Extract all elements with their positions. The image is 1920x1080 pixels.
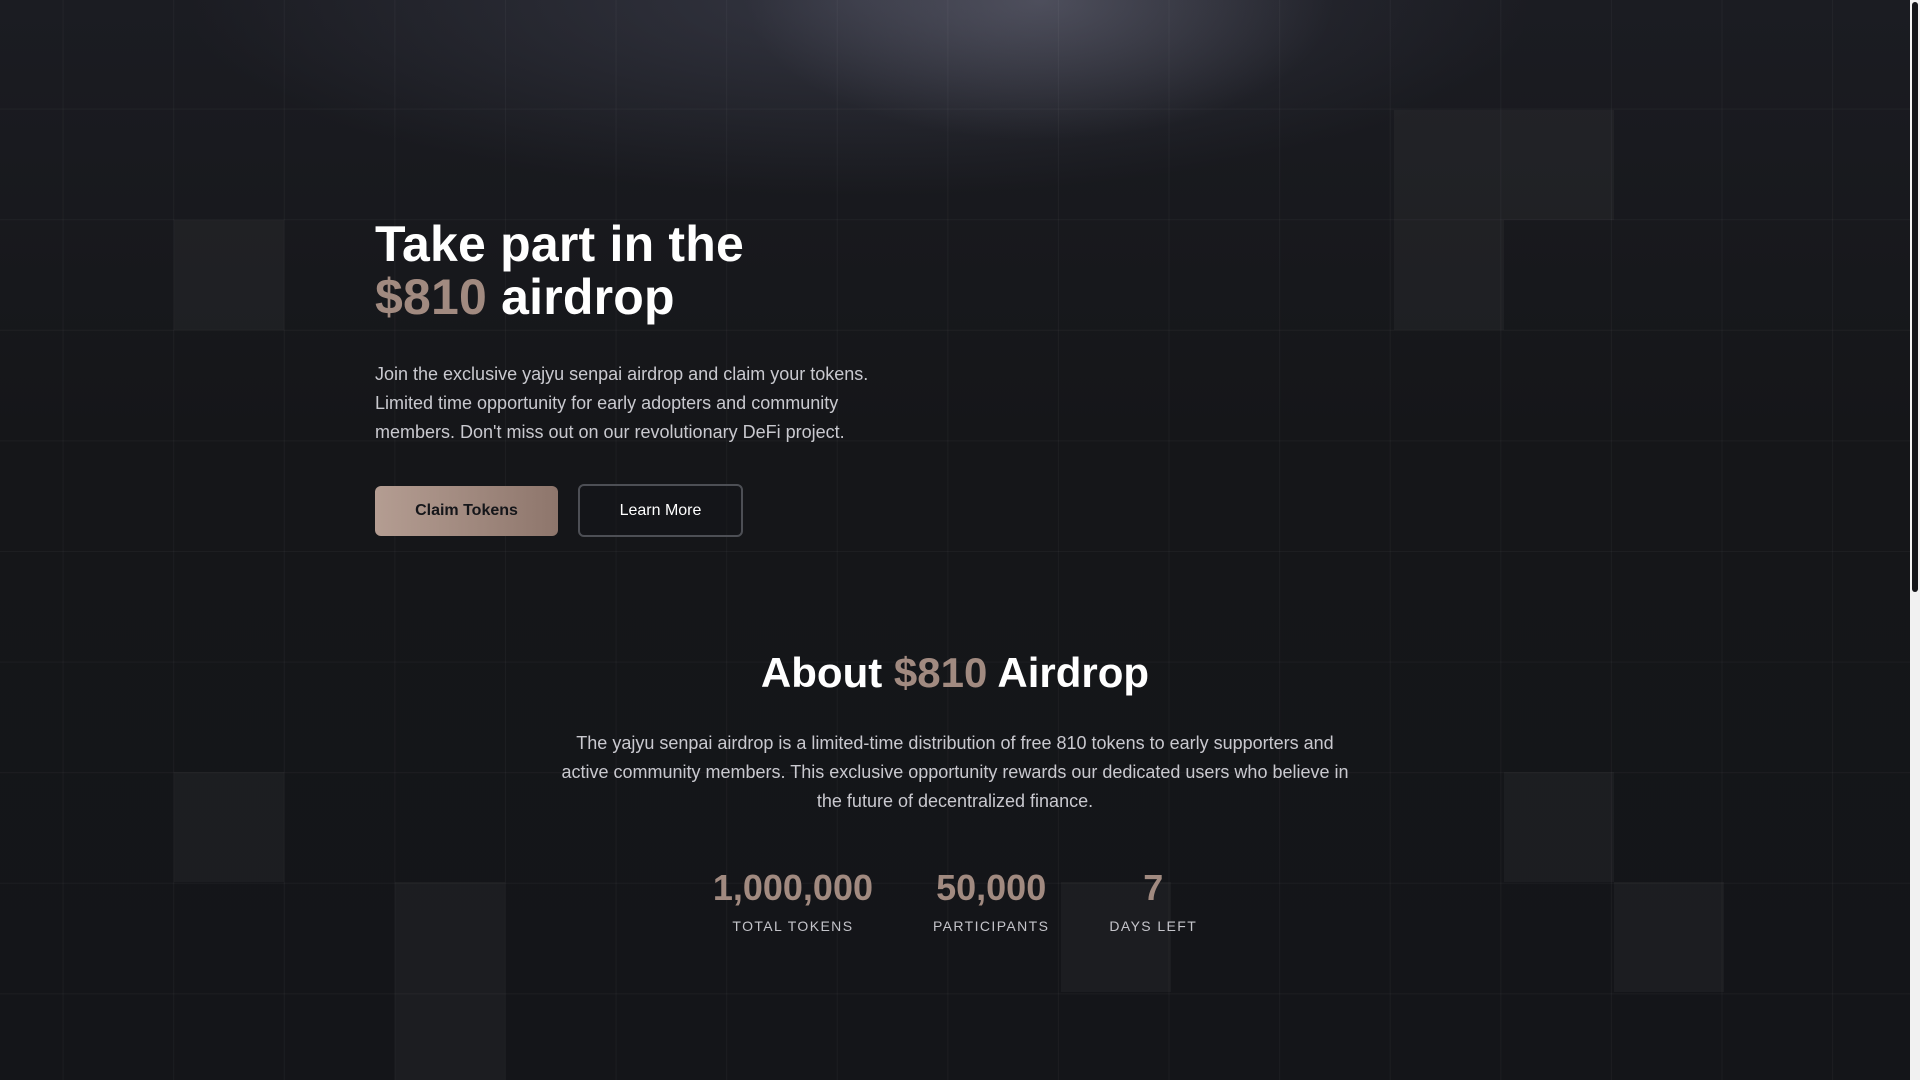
stat-value: 1,000,000 bbox=[712, 867, 873, 908]
about-title-after: Airdrop bbox=[987, 649, 1150, 696]
stat-value: 7 bbox=[1143, 867, 1164, 908]
stat-total-tokens: 1,000,000 TOTAL TOKENS bbox=[712, 867, 873, 935]
hero-description: Join the exclusive yajyu senpai airdrop … bbox=[375, 364, 869, 442]
hero-button-row: Claim Tokens Learn More bbox=[375, 484, 895, 537]
stat-label: TOTAL TOKENS bbox=[732, 918, 854, 934]
stats-row: 1,000,000 TOTAL TOKENS 50,000 PARTICIPAN… bbox=[0, 867, 1910, 935]
stat-label: DAYS LEFT bbox=[1109, 918, 1198, 934]
about-title: About $810 Airdrop bbox=[0, 645, 1910, 701]
hero-title-accent: $810 bbox=[375, 269, 488, 325]
stat-days-left: 7 DAYS LEFT bbox=[1109, 867, 1198, 935]
vertical-scrollbar[interactable] bbox=[1910, 0, 1920, 1080]
about-title-accent: $810 bbox=[893, 649, 988, 696]
stat-participants: 50,000 PARTICIPANTS bbox=[932, 867, 1050, 935]
page-viewport: Take part in the $810 airdrop Join the e… bbox=[0, 0, 1920, 1080]
hero-title-rest: airdrop bbox=[487, 269, 675, 325]
about-description: The yajyu senpai airdrop is a limited-ti… bbox=[561, 733, 1349, 811]
claim-tokens-button[interactable]: Claim Tokens bbox=[375, 486, 558, 536]
scrollbar-thumb[interactable] bbox=[1912, 2, 1918, 592]
stat-label: PARTICIPANTS bbox=[932, 918, 1050, 934]
learn-more-button[interactable]: Learn More bbox=[578, 484, 743, 537]
about-section: About $810 Airdrop The yajyu senpai aird… bbox=[0, 645, 1910, 934]
hero-section: Take part in the $810 airdrop Join the e… bbox=[375, 218, 895, 537]
stat-value: 50,000 bbox=[936, 867, 1047, 908]
about-title-before: About bbox=[760, 649, 894, 696]
main-content: Take part in the $810 airdrop Join the e… bbox=[0, 0, 1910, 1080]
hero-title-line1: Take part in the bbox=[375, 216, 745, 272]
hero-title: Take part in the $810 airdrop bbox=[375, 218, 895, 324]
